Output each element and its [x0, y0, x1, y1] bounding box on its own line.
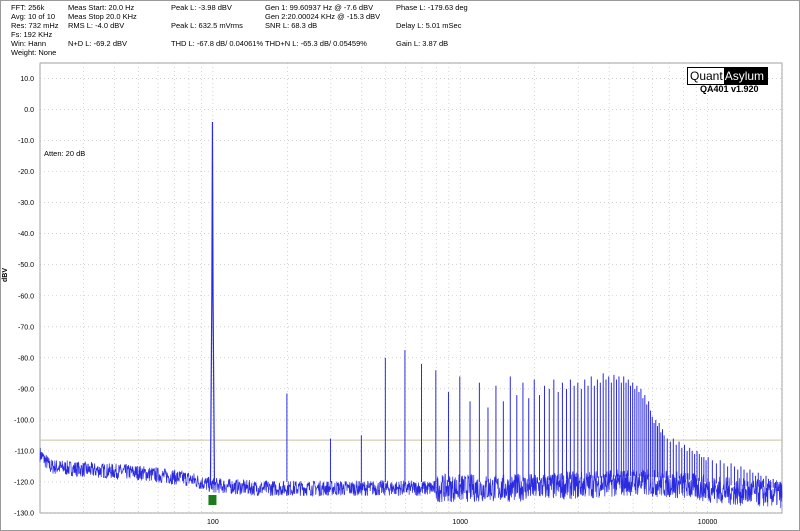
- y-tick-label: -40.0: [18, 231, 34, 238]
- quantasylum-logo: Quant Asylum: [687, 67, 769, 85]
- y-tick-label: -130.0: [14, 511, 34, 518]
- fundamental-marker: [208, 495, 217, 505]
- attenuation-note: Atten: 20 dB: [44, 149, 86, 158]
- x-tick-label: 10000: [698, 519, 718, 526]
- y-tick-label: -70.0: [18, 324, 34, 331]
- y-tick-label: -20.0: [18, 169, 34, 176]
- y-tick-label: -110.0: [15, 448, 34, 455]
- y-tick-label: 0.0: [24, 107, 34, 114]
- y-tick-label: -100.0: [14, 417, 34, 424]
- y-tick-label: -50.0: [18, 262, 34, 269]
- x-tick-label: 1000: [452, 519, 468, 526]
- y-axis-label: dBV: [2, 268, 9, 282]
- y-tick-label: -60.0: [18, 293, 34, 300]
- y-tick-label: -80.0: [18, 355, 34, 362]
- x-tick-label: 100: [207, 519, 219, 526]
- y-tick-label: -120.0: [14, 479, 34, 486]
- y-tick-label: -10.0: [18, 138, 34, 145]
- y-tick-label: -30.0: [18, 200, 34, 207]
- y-tick-label: 10.0: [20, 76, 34, 83]
- y-tick-label: -90.0: [18, 386, 34, 393]
- fundamental-peak: [209, 121, 216, 486]
- spectrum-chart: 10.0 0.0 -10.0 -20.0 -30.0 -40.0 -50.0 -60.0 -70…: [14, 62, 783, 526]
- analyzer-version: QA401 v1.920: [700, 84, 759, 94]
